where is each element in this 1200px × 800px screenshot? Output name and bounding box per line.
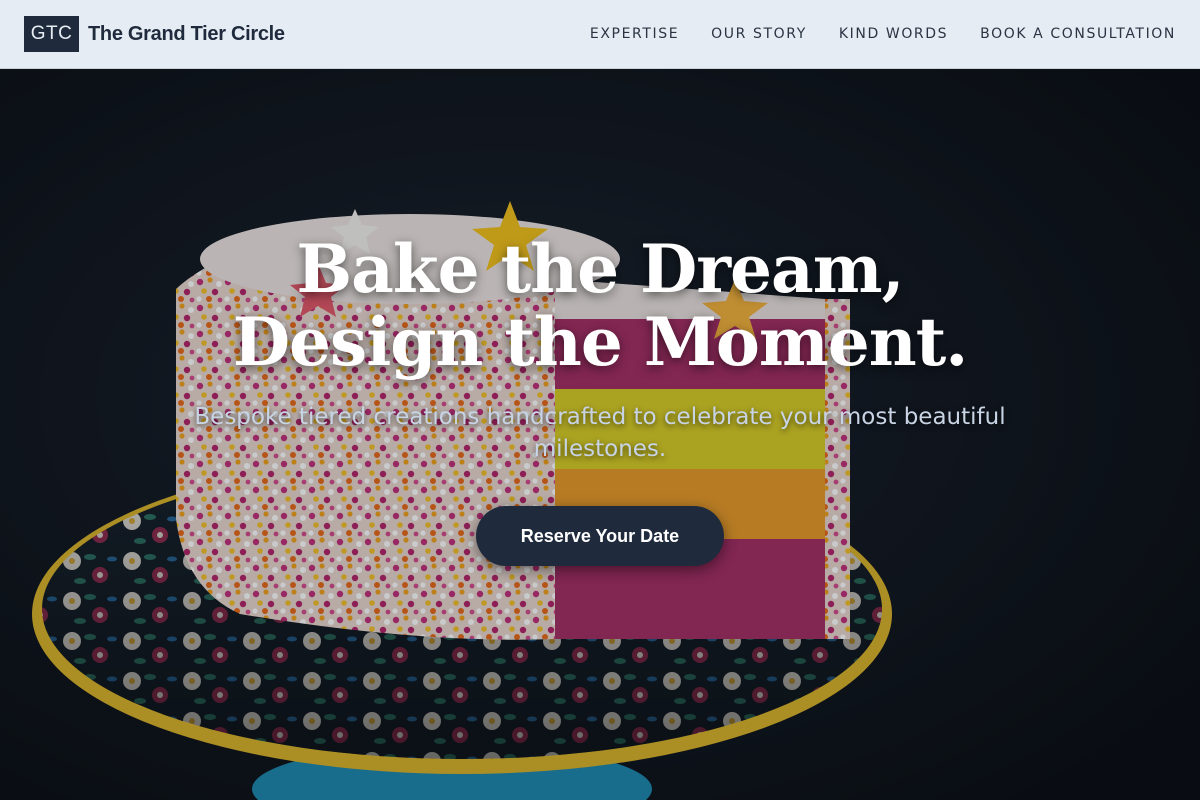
brand-name[interactable]: The Grand Tier Circle xyxy=(88,23,285,46)
nav-link-expertise[interactable]: EXPERTISE xyxy=(590,26,679,42)
hero-title-line-2: Design the Moment. xyxy=(232,303,968,381)
main-nav: EXPERTISE OUR STORY KIND WORDS BOOK A CO… xyxy=(590,26,1176,42)
hero-section: Bake the Dream, Design the Moment. Bespo… xyxy=(0,69,1200,800)
nav-link-book-consultation[interactable]: BOOK A CONSULTATION xyxy=(980,26,1176,42)
reserve-date-button[interactable]: Reserve Your Date xyxy=(476,506,724,566)
hero-content: Bake the Dream, Design the Moment. Bespo… xyxy=(0,69,1200,800)
site-header: GTC The Grand Tier Circle EXPERTISE OUR … xyxy=(0,0,1200,69)
nav-link-kind-words[interactable]: KIND WORDS xyxy=(839,26,948,42)
hero-title: Bake the Dream, Design the Moment. xyxy=(100,233,1100,379)
brand[interactable]: GTC The Grand Tier Circle xyxy=(24,16,285,52)
nav-link-our-story[interactable]: OUR STORY xyxy=(711,26,807,42)
brand-logo[interactable]: GTC xyxy=(24,16,79,52)
hero-title-line-1: Bake the Dream, xyxy=(296,230,904,308)
hero-subtitle: Bespoke tiered creations handcrafted to … xyxy=(194,404,1006,462)
